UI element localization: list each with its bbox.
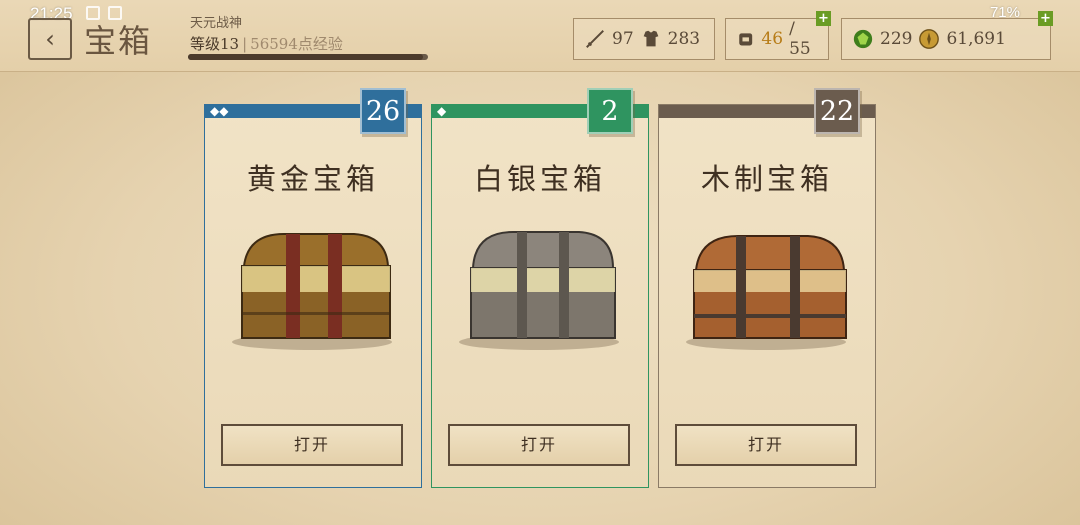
player-name: 天元战神 bbox=[190, 16, 243, 31]
armor-icon bbox=[643, 30, 658, 47]
defense-value: 283 bbox=[667, 29, 701, 49]
coin-icon bbox=[919, 29, 940, 49]
coin-value: 61,691 bbox=[946, 29, 1006, 49]
player-exp: 56594点经验 bbox=[250, 35, 343, 53]
rarity-diamonds: ◆ bbox=[437, 104, 447, 118]
exp-progress-bar bbox=[188, 54, 428, 60]
chest-name: 黄金宝箱 bbox=[246, 162, 379, 196]
player-level-line: 等级13 | 56594点经验 bbox=[190, 35, 343, 53]
page-title: 宝箱 bbox=[84, 22, 153, 60]
chest-card-wood[interactable]: 22 木制宝箱 打开 bbox=[658, 88, 876, 488]
wood-chest-icon bbox=[686, 235, 847, 350]
gem-icon bbox=[853, 29, 873, 49]
back-chevron-icon: ‹ bbox=[45, 25, 55, 53]
open-chest-button[interactable]: 打开 bbox=[221, 424, 403, 466]
player-level: 等级13 bbox=[190, 35, 240, 53]
currency-panel[interactable]: 229 61,691 bbox=[841, 18, 1051, 60]
add-inventory-button[interactable]: + bbox=[816, 11, 831, 26]
inventory-max: / 55 bbox=[789, 19, 811, 59]
chest-card-gold[interactable]: ◆◆ 26 黄金宝箱 打开 bbox=[204, 88, 422, 488]
chest-name: 白银宝箱 bbox=[473, 162, 606, 196]
chest-count-badge: 26 bbox=[360, 88, 406, 134]
combat-stats[interactable]: 97 283 bbox=[573, 18, 715, 60]
back-button[interactable]: ‹ bbox=[28, 18, 72, 60]
silver-chest-icon bbox=[459, 231, 619, 350]
inventory-capacity[interactable]: 46 / 55 bbox=[725, 18, 829, 60]
chest-card-silver[interactable]: ◆ 2 白银宝箱 打开 bbox=[431, 88, 649, 488]
open-chest-button[interactable]: 打开 bbox=[675, 424, 857, 466]
backpack-icon bbox=[739, 33, 753, 46]
gold-chest-icon bbox=[232, 233, 392, 350]
chest-count-badge: 2 bbox=[587, 88, 633, 134]
top-bar: 21:25 71% ‹ 宝箱 天元战神 等级13 | 56594点经验 97 283… bbox=[0, 0, 1080, 72]
chest-count-badge: 22 bbox=[814, 88, 860, 134]
exp-progress-fill bbox=[188, 54, 424, 60]
open-chest-button[interactable]: 打开 bbox=[448, 424, 630, 466]
rarity-diamonds: ◆◆ bbox=[210, 104, 229, 118]
attack-value: 97 bbox=[612, 29, 634, 49]
sword-icon bbox=[586, 30, 604, 48]
add-currency-button[interactable]: + bbox=[1038, 11, 1053, 26]
chest-name: 木制宝箱 bbox=[700, 162, 833, 196]
gem-value: 229 bbox=[880, 29, 913, 49]
inventory-value: 46 bbox=[761, 29, 784, 49]
